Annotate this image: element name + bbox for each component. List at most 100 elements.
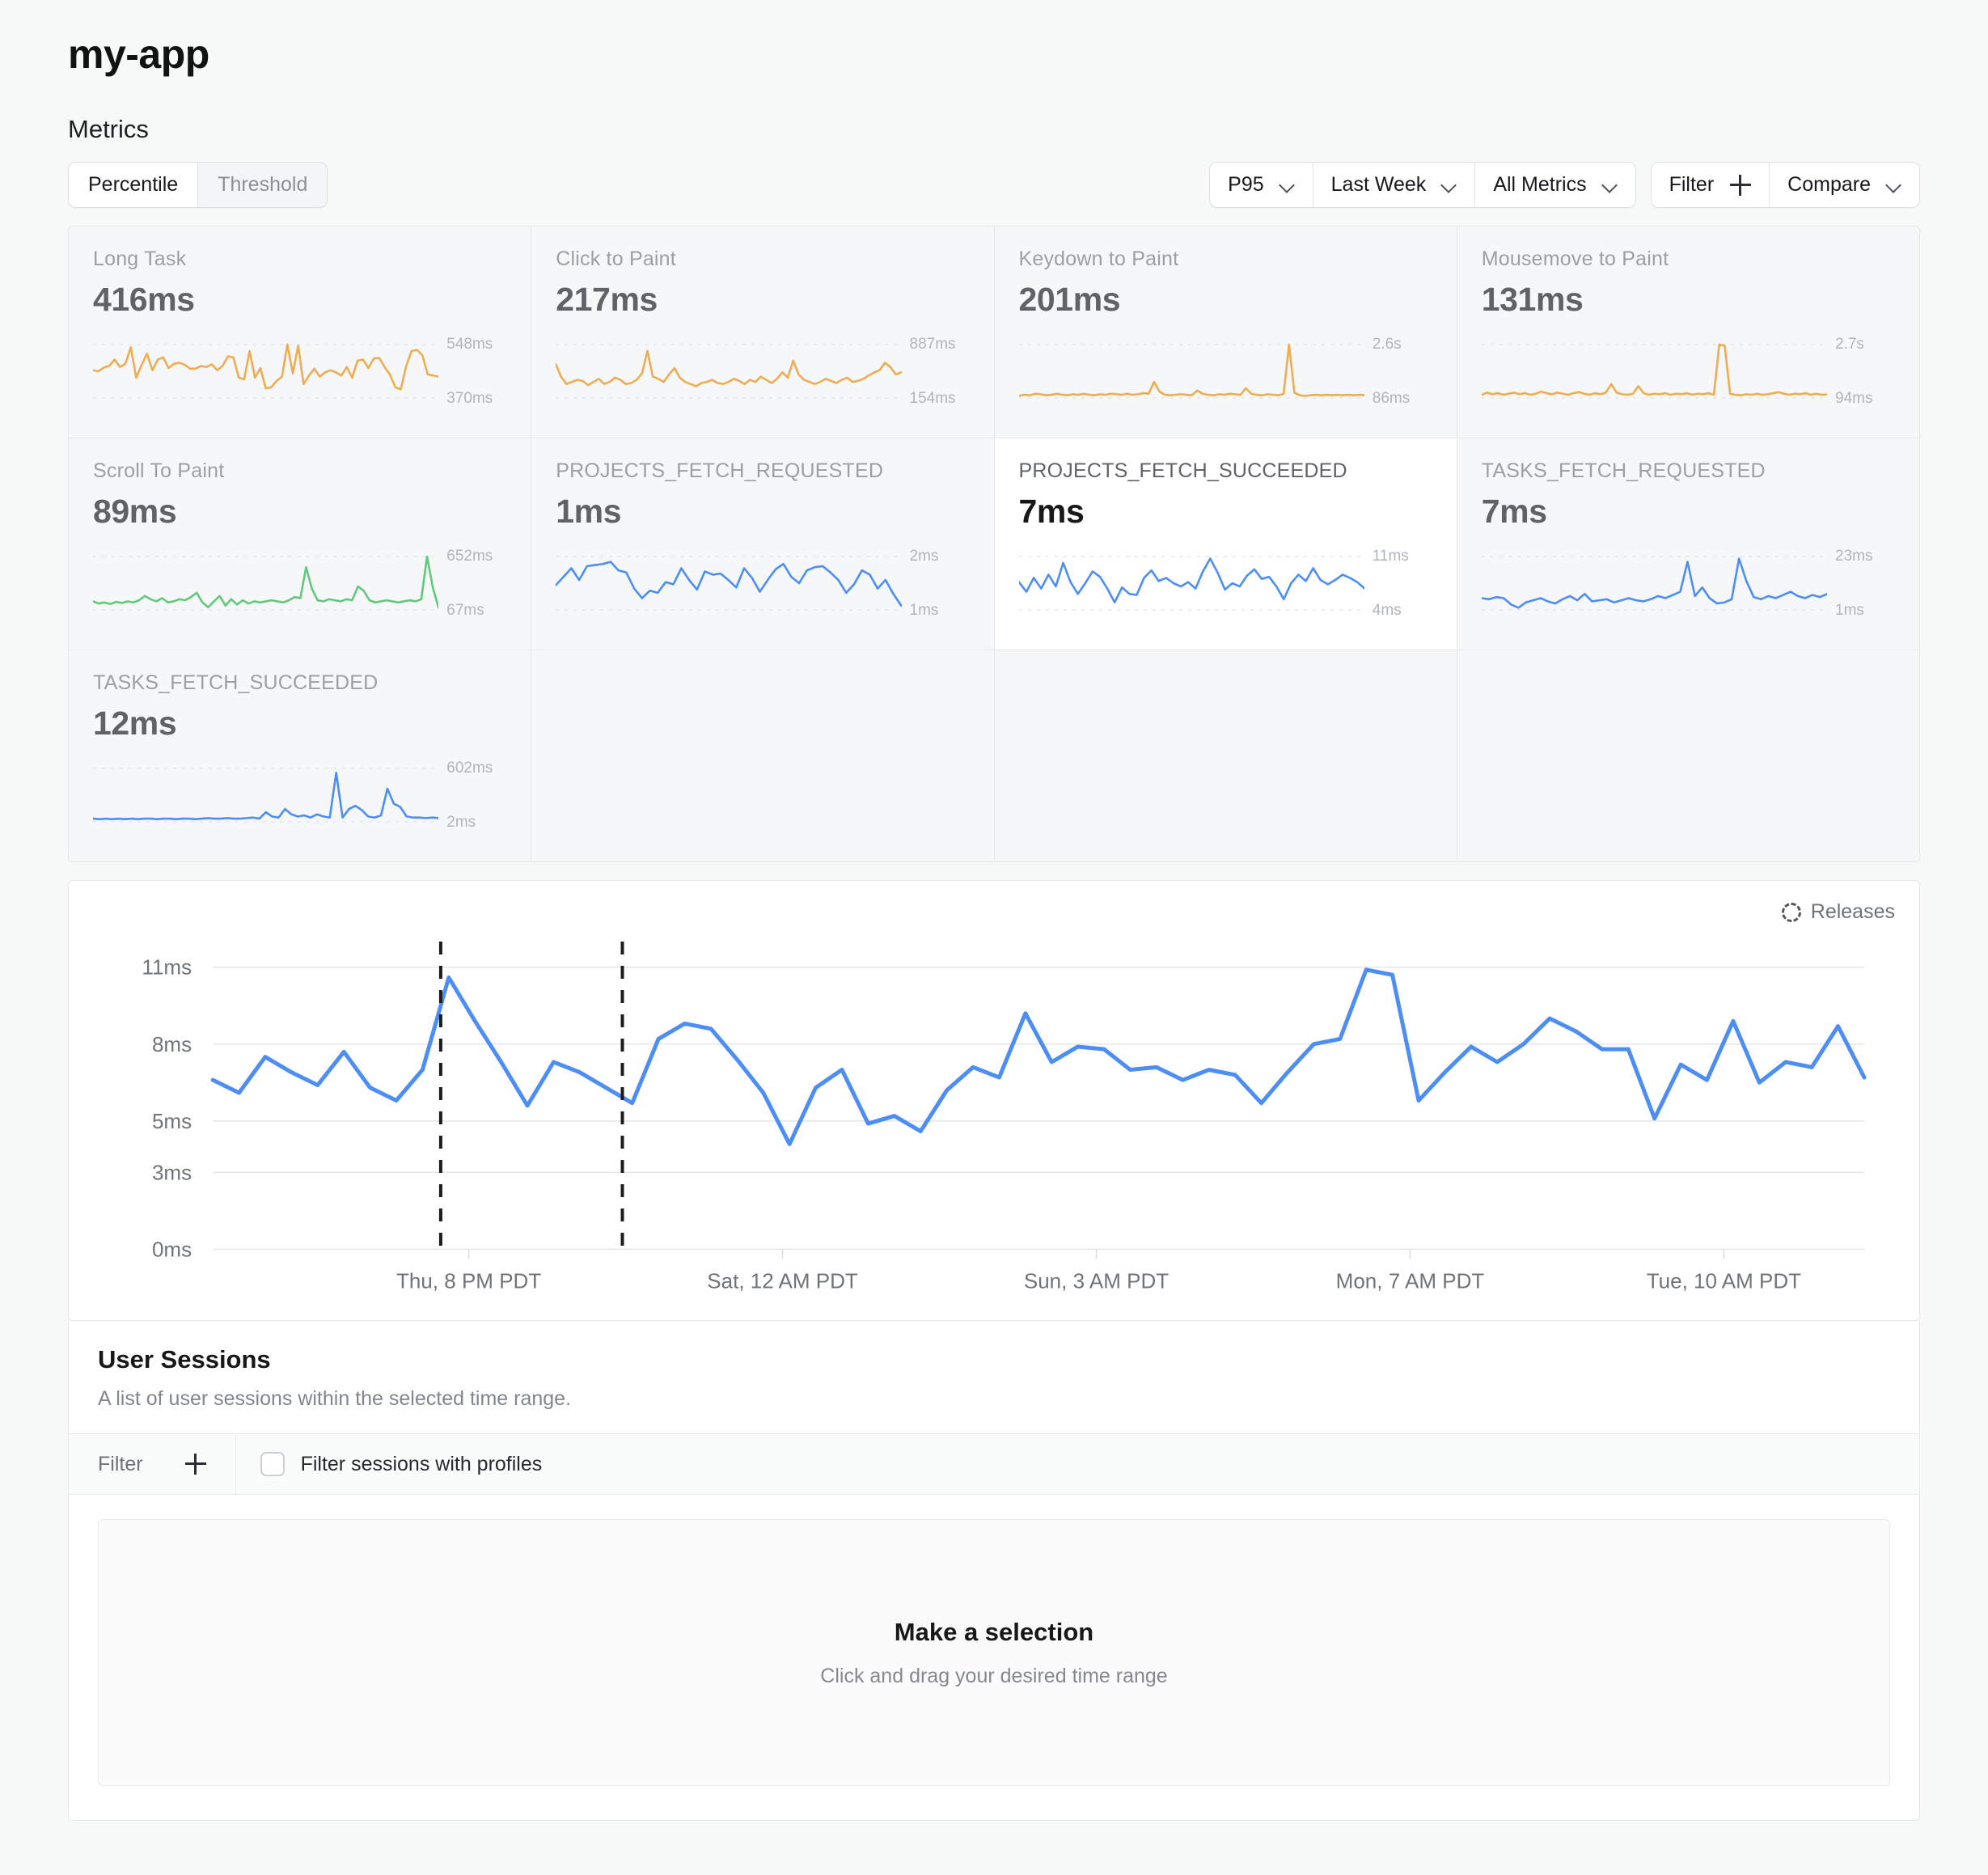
compare-label: Compare — [1787, 173, 1871, 196]
metric-card-empty — [1457, 650, 1919, 861]
x-axis-tick-label: Mon, 7 AM PDT — [1336, 1268, 1485, 1293]
checkbox-icon[interactable] — [260, 1452, 285, 1477]
user-sessions-title: User Sessions — [98, 1345, 271, 1374]
metric-card-title: PROJECTS_FETCH_SUCCEEDED — [1018, 459, 1347, 482]
metric-card-value: 217ms — [556, 281, 658, 318]
y-axis-tick-label: 8ms — [152, 1032, 192, 1056]
sparkline-wrapper: 23ms 1ms — [1482, 548, 1895, 618]
compare-select[interactable]: Compare — [1770, 163, 1919, 207]
metric-card-empty — [531, 650, 994, 861]
sessions-filter-label: Filter — [98, 1452, 143, 1475]
releases-toggle[interactable]: Releases — [1781, 900, 1895, 924]
sessions-empty-state: Make a selection Click and drag your des… — [98, 1519, 1890, 1787]
sparkline-wrapper: 887ms 154ms — [556, 336, 969, 406]
sparkline-max-label: 652ms — [446, 548, 493, 565]
sparkline-scale: 602ms 2ms — [438, 760, 506, 830]
metric-card-title: Keydown to Paint — [1018, 248, 1179, 270]
sparkline-min-label: 67ms — [446, 602, 484, 619]
metric-card-title: PROJECTS_FETCH_REQUESTED — [556, 459, 884, 482]
sparkline-scale: 2.6s 86ms — [1364, 336, 1432, 406]
metric-card-title: Mousemove to Paint — [1481, 248, 1669, 270]
percentile-select-value: P95 — [1228, 173, 1264, 196]
filter-label: Filter — [1669, 173, 1715, 196]
sparkline-scale: 2.7s 94ms — [1827, 336, 1895, 406]
plus-icon — [184, 1454, 206, 1475]
sparkline — [93, 760, 438, 830]
sparkline-wrapper: 602ms 2ms — [93, 760, 506, 830]
sparkline-min-label: 1ms — [909, 602, 939, 619]
sparkline — [93, 336, 438, 406]
metric-card[interactable]: Scroll To Paint 89ms 652ms 67ms — [69, 438, 531, 650]
sparkline-max-label: 887ms — [909, 336, 956, 353]
sparkline-wrapper: 11ms 4ms — [1019, 548, 1432, 618]
selector-group: P95 Last Week All Metrics — [1209, 162, 1636, 208]
x-axis-tick-label: Tue, 10 AM PDT — [1647, 1268, 1801, 1293]
metric-card[interactable]: Mousemove to Paint 131ms 2.7s 94ms — [1457, 226, 1919, 438]
toolbar-right-controls: P95 Last Week All Metrics Filter Compare — [1209, 162, 1920, 208]
metric-card[interactable]: TASKS_FETCH_SUCCEEDED 12ms 602ms 2ms — [69, 650, 531, 861]
metric-card-title: Click to Paint — [556, 248, 676, 270]
metric-card-grid: Long Task 416ms 548ms 370ms Click to Paint 21… — [69, 226, 1919, 861]
sparkline-min-label: 86ms — [1372, 390, 1411, 407]
y-axis-tick-label: 5ms — [152, 1109, 192, 1133]
chevron-down-icon — [1280, 178, 1295, 193]
sparkline-max-label: 2.7s — [1835, 336, 1864, 353]
sparkline — [93, 548, 438, 618]
releases-row: Releases — [69, 881, 1919, 924]
sparkline-wrapper: 2ms 1ms — [556, 548, 969, 618]
metric-card[interactable]: Long Task 416ms 548ms 370ms — [69, 226, 531, 438]
sparkline-scale: 887ms 154ms — [902, 336, 970, 406]
metric-card[interactable]: Click to Paint 217ms 887ms 154ms — [531, 226, 994, 438]
time-range-select[interactable]: Last Week — [1313, 163, 1476, 207]
tab-percentile[interactable]: Percentile — [69, 163, 199, 207]
sparkline-min-label: 94ms — [1835, 390, 1873, 407]
plus-icon — [1730, 174, 1752, 196]
sparkline — [556, 336, 901, 406]
metric-card[interactable]: PROJECTS_FETCH_SUCCEEDED 7ms 11ms 4ms — [994, 438, 1457, 650]
chevron-down-icon — [1603, 178, 1618, 193]
metric-card-title: TASKS_FETCH_REQUESTED — [1481, 459, 1766, 482]
metrics-section-label: Metrics — [68, 115, 149, 143]
metric-card[interactable]: TASKS_FETCH_REQUESTED 7ms 23ms 1ms — [1457, 438, 1919, 650]
metric-card-value: 7ms — [1481, 493, 1547, 530]
metric-card-value: 12ms — [93, 705, 177, 742]
metric-card-empty — [994, 650, 1457, 861]
tab-threshold[interactable]: Threshold — [198, 163, 328, 207]
filter-compare-group: Filter Compare — [1650, 162, 1920, 208]
sparkline-min-label: 2ms — [446, 814, 476, 831]
metric-scope-select-value: All Metrics — [1493, 173, 1587, 196]
metric-card[interactable]: PROJECTS_FETCH_REQUESTED 1ms 2ms 1ms — [531, 438, 994, 650]
sparkline-max-label: 2ms — [909, 548, 939, 565]
sparkline — [1019, 548, 1364, 618]
main-line-chart[interactable]: 0ms 3ms 5ms 8ms 11ms Thu, 8 PM PDT Sat, 12 AM … — [91, 924, 1897, 1312]
y-axis-tick-label: 0ms — [152, 1237, 192, 1261]
sparkline-min-label: 1ms — [1835, 602, 1864, 619]
metric-cards-panel: Long Task 416ms 548ms 370ms Click to Paint 21… — [68, 226, 1920, 862]
sparkline-max-label: 2.6s — [1372, 336, 1402, 353]
metric-scope-select[interactable]: All Metrics — [1475, 163, 1635, 207]
y-axis-tick-label: 3ms — [152, 1160, 192, 1184]
metric-card-value: 1ms — [556, 493, 622, 530]
percentile-select[interactable]: P95 — [1210, 163, 1313, 207]
metrics-page: my-app Metrics Percentile Threshold P95 … — [0, 0, 1988, 1875]
main-chart-area[interactable]: 0ms 3ms 5ms 8ms 11ms Thu, 8 PM PDT Sat, 12 AM … — [69, 924, 1919, 1320]
sparkline — [556, 548, 901, 618]
metric-card-title: Scroll To Paint — [93, 459, 225, 482]
filter-sessions-with-profiles-checkbox[interactable]: Filter sessions with profiles — [236, 1434, 567, 1494]
sparkline-wrapper: 652ms 67ms — [93, 548, 506, 618]
sessions-add-filter-button[interactable]: Filter — [69, 1434, 236, 1495]
metric-card[interactable]: Keydown to Paint 201ms 2.6s 86ms — [994, 226, 1457, 438]
sparkline-wrapper: 2.6s 86ms — [1019, 336, 1432, 406]
sparkline — [1482, 336, 1827, 406]
percentile-threshold-toggle: Percentile Threshold — [68, 162, 328, 208]
sparkline-min-label: 4ms — [1372, 602, 1402, 619]
metric-card-value: 7ms — [1018, 493, 1085, 530]
sparkline-scale: 11ms 4ms — [1364, 548, 1432, 618]
metric-card-title: Long Task — [93, 248, 187, 270]
add-filter-button[interactable]: Filter — [1651, 163, 1770, 207]
sparkline-wrapper: 2.7s 94ms — [1482, 336, 1895, 406]
sparkline — [1019, 336, 1364, 406]
sparkline-wrapper: 548ms 370ms — [93, 336, 506, 406]
metric-card-title: TASKS_FETCH_SUCCEEDED — [93, 671, 379, 694]
metric-card-value: 201ms — [1018, 281, 1121, 318]
